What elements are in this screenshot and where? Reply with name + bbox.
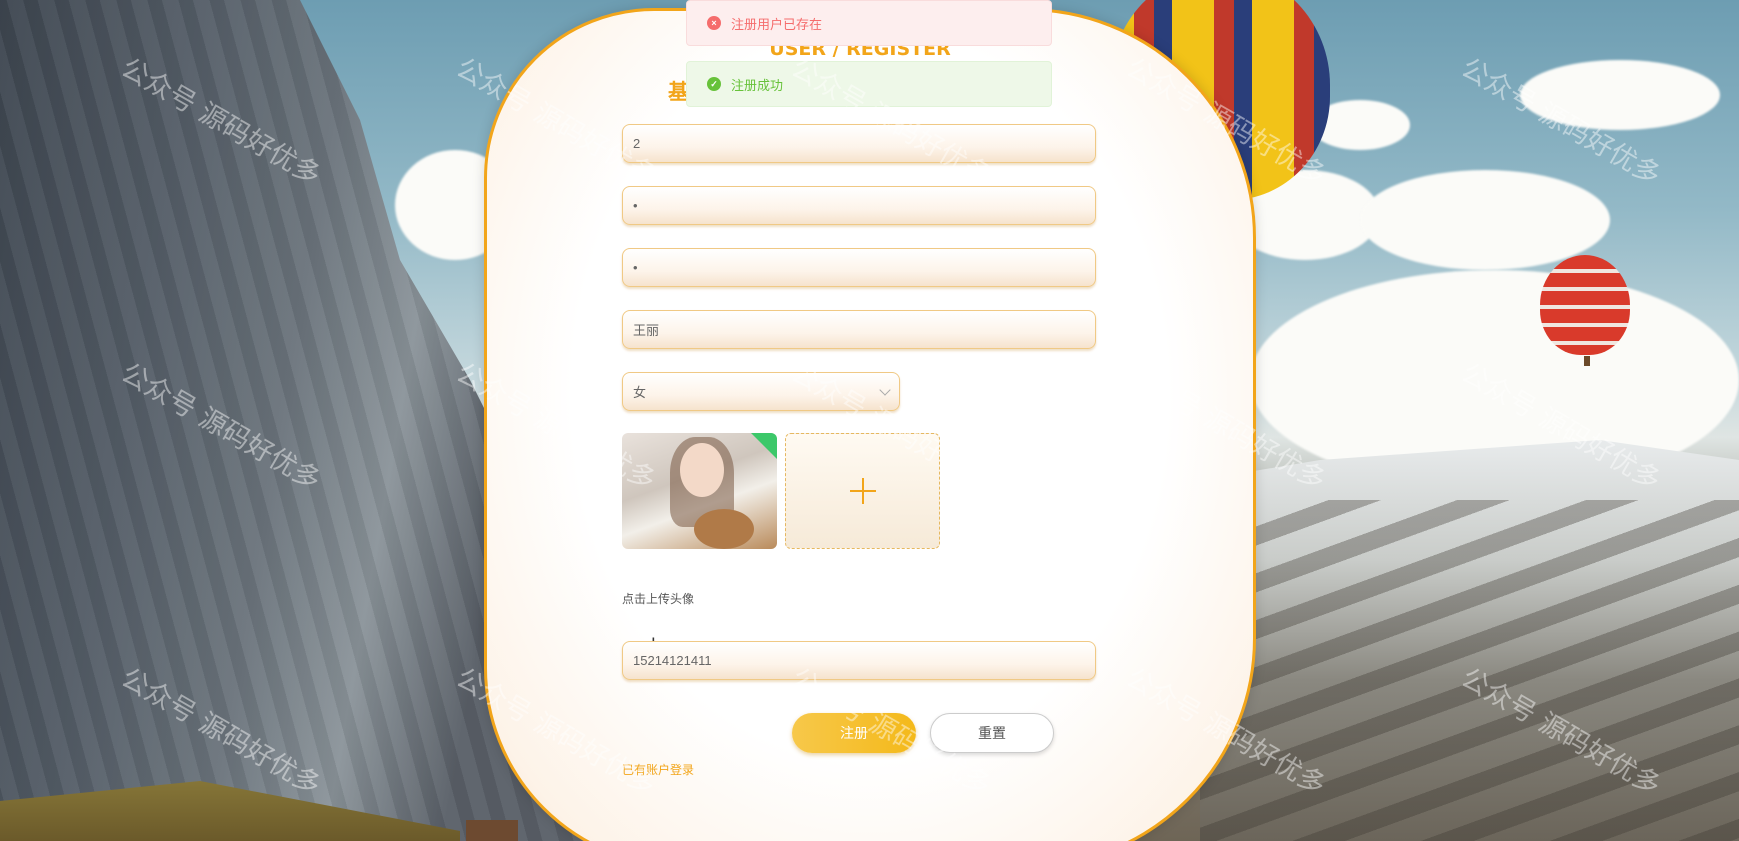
account-input[interactable]: 2 [622, 124, 1096, 163]
success-toast-text: 注册成功 [731, 77, 784, 93]
phone-input[interactable]: 15214121411 [622, 641, 1096, 680]
check-circle-icon: ✓ [707, 77, 721, 91]
login-link[interactable]: 已有账户登录 [622, 761, 694, 778]
balloon-basket [1584, 356, 1590, 366]
confirm-password-input[interactable]: • [622, 248, 1096, 287]
hot-air-balloon-small [1540, 255, 1630, 355]
chevron-down-icon [879, 383, 891, 396]
error-toast-text: 注册用户已存在 [731, 16, 823, 32]
plus-icon [849, 478, 876, 504]
mountain-rock-texture [1200, 500, 1739, 841]
avatar-face [680, 443, 724, 497]
gender-select[interactable]: 女 [622, 372, 900, 411]
cloud [1360, 170, 1610, 270]
avatar-upload-button[interactable] [785, 433, 940, 549]
avatar-corner-badge [751, 433, 777, 459]
close-circle-icon: × [707, 16, 721, 30]
gender-select-value: 女 [633, 385, 647, 400]
cloud [1520, 60, 1720, 130]
reset-button[interactable]: 重置 [930, 713, 1054, 753]
avatar-dog [694, 509, 754, 549]
hut [466, 820, 518, 841]
password-input[interactable]: • [622, 186, 1096, 225]
name-input[interactable]: 王丽 [622, 310, 1096, 349]
success-toast: ✓ 注册成功 [686, 61, 1052, 107]
error-toast: × 注册用户已存在 [686, 0, 1052, 46]
avatar-preview[interactable] [622, 433, 777, 549]
upload-hint: 点击上传头像 [622, 592, 695, 606]
register-button[interactable]: 注册 [792, 713, 916, 753]
